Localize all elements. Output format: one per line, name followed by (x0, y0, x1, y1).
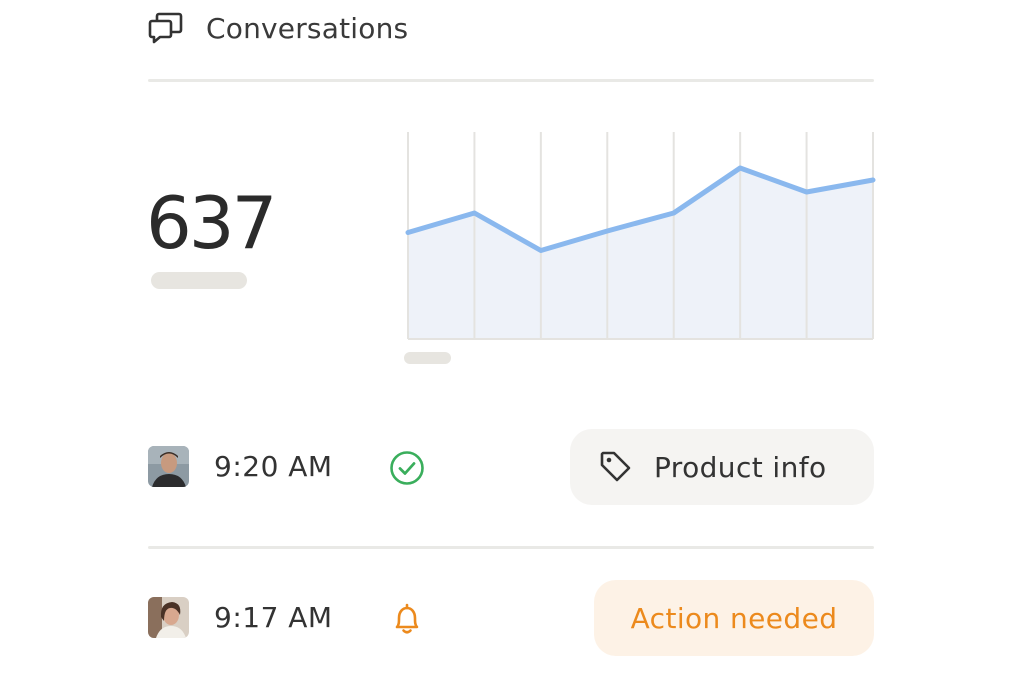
tag-icon (598, 449, 634, 485)
conversation-row[interactable]: 9:20 AM Product info (148, 429, 874, 505)
chart-series-line (405, 165, 876, 253)
conversations-icon (148, 8, 188, 48)
header-divider (148, 79, 874, 82)
avatar (148, 597, 189, 638)
avatar (148, 446, 189, 487)
metric-caption-placeholder (151, 272, 247, 289)
conversation-time: 9:17 AM (214, 601, 333, 634)
chart-caption-placeholder (404, 352, 451, 364)
bell-icon (388, 600, 426, 638)
chart-area-fill (408, 168, 873, 339)
conversations-card: Conversations 637 9:20 AM Product info 9… (0, 0, 1024, 683)
check-circle-icon (388, 449, 426, 487)
conversation-time: 9:20 AM (214, 450, 333, 483)
card-title: Conversations (206, 11, 409, 45)
conversation-count: 637 (146, 181, 277, 265)
tag-product-info[interactable]: Product info (570, 429, 874, 505)
row-divider (148, 546, 874, 549)
tag-action-needed[interactable]: Action needed (594, 580, 874, 656)
tag-label: Action needed (630, 601, 838, 635)
conversation-row[interactable]: 9:17 AM Action needed (148, 580, 874, 656)
tag-label: Product info (654, 450, 827, 484)
card-header: Conversations (148, 6, 408, 50)
